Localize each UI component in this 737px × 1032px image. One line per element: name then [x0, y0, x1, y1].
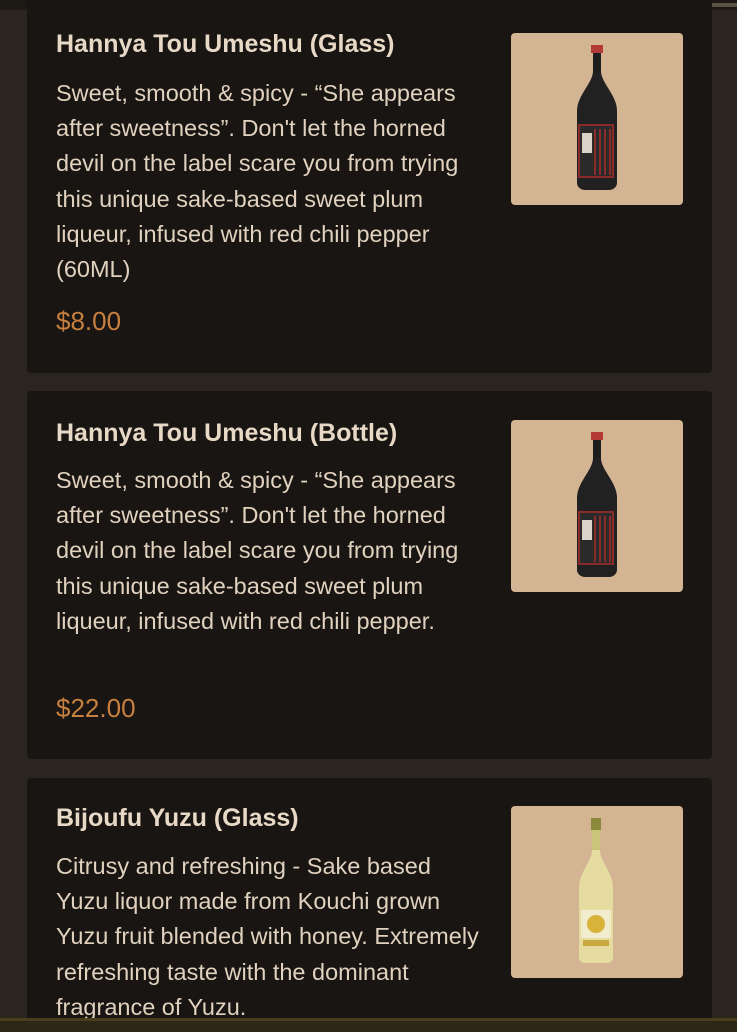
- menu-item-title: Hannya Tou Umeshu (Glass): [56, 30, 395, 58]
- dark-sake-bottle-image[interactable]: [511, 420, 683, 592]
- menu-item-description: Sweet, smooth & spicy - “She appears aft…: [56, 467, 459, 634]
- menu-item-card[interactable]: Hannya Tou Umeshu (Bottle) Sweet, smooth…: [27, 391, 712, 759]
- yuzu-liquor-bottle-image[interactable]: [511, 806, 683, 978]
- dark-sake-bottle-image[interactable]: [511, 33, 683, 205]
- bottom-bar-accent: [0, 1018, 737, 1021]
- menu-item-card[interactable]: Hannya Tou Umeshu (Glass) Sweet, smooth …: [27, 0, 712, 373]
- menu-item-description: Citrusy and refreshing - Sake based Yuzu…: [56, 853, 479, 1020]
- menu-item-price: $22.00: [56, 693, 136, 723]
- menu-item-price: $8.00: [56, 306, 122, 336]
- menu-item-card[interactable]: Bijoufu Yuzu (Glass) Citrusy and refresh…: [27, 778, 712, 1032]
- menu-item-title: Bijoufu Yuzu (Glass): [56, 804, 299, 832]
- menu-item-description: Sweet, smooth & spicy - “She appears aft…: [56, 80, 459, 283]
- menu-item-title: Hannya Tou Umeshu (Bottle): [56, 419, 398, 447]
